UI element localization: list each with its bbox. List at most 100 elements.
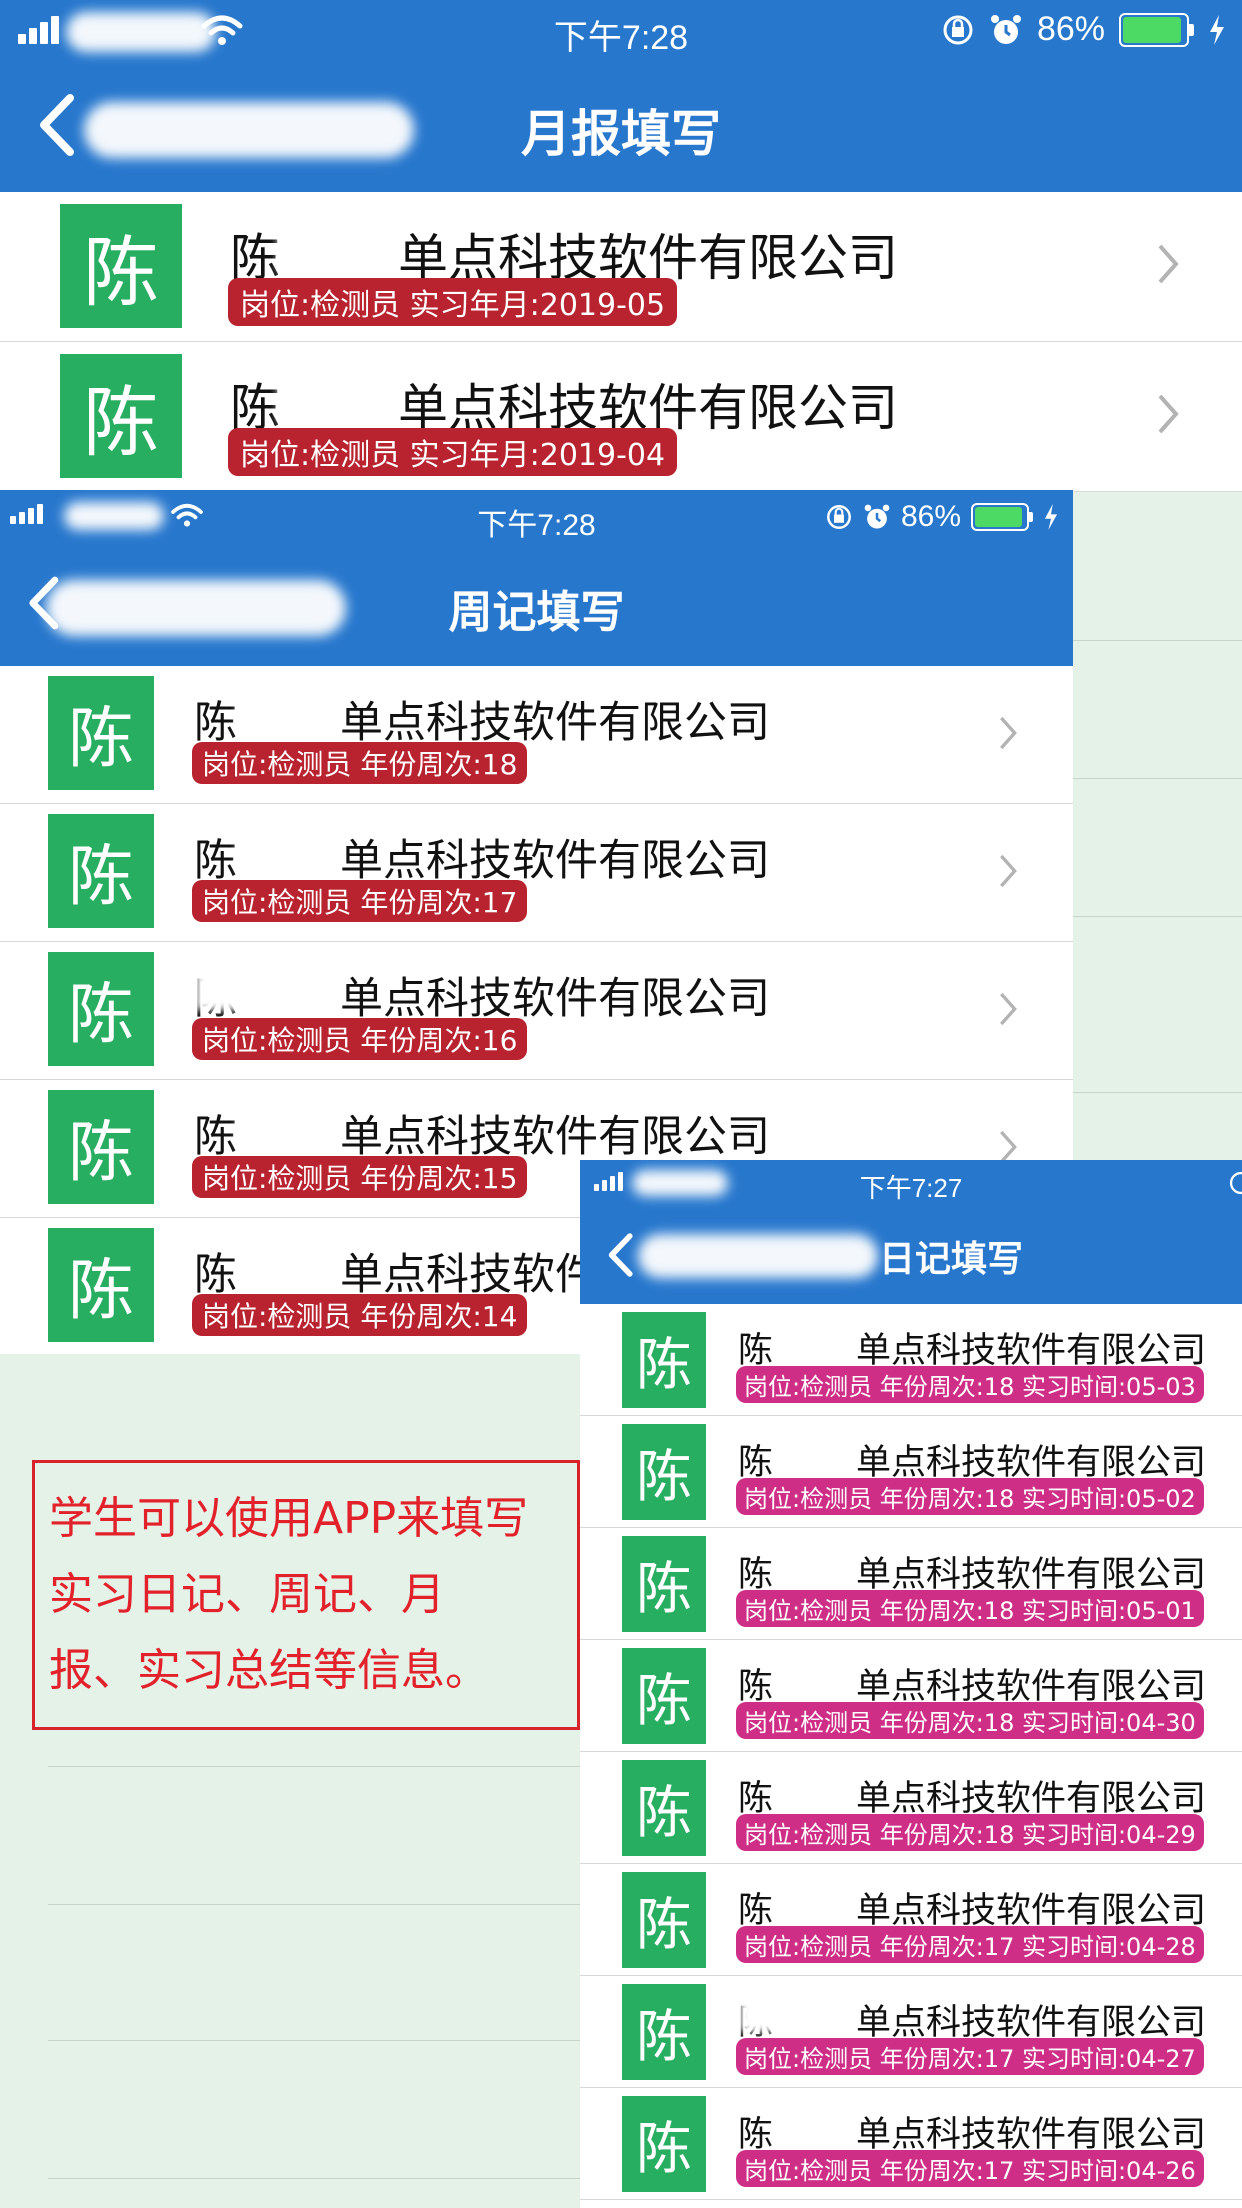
record-badge: 岗位:检测员 年份周次:14 (192, 1294, 528, 1336)
list-item[interactable]: 陈 陈 单点科技软件有限公司 岗位:检测员 年份周次:18 实习时间:05-02 (580, 1416, 1242, 1528)
redacted-name (776, 1544, 856, 1584)
avatar: 陈 (622, 1872, 706, 1968)
charging-icon (1044, 504, 1058, 530)
status-right: 86% (825, 500, 1059, 534)
redacted-name (278, 216, 388, 272)
rotation-lock-icon (827, 505, 851, 529)
avatar: 陈 (60, 354, 182, 478)
record-badge: 岗位:检测员 实习年月:2019-05 (228, 278, 678, 326)
redacted-name (776, 1656, 856, 1696)
list-item[interactable]: 陈 陈 单点科技软件有限公司 岗位:检测员 年份周次:18 实习时间:05-03 (580, 1304, 1242, 1416)
rotation-lock-icon (1229, 1171, 1242, 1195)
chevron-right-icon (1000, 854, 1017, 888)
weekly-header: 下午7:28 86% 周记填写 (0, 490, 1073, 666)
chevron-right-icon (1000, 716, 1017, 750)
redacted-name (776, 1432, 856, 1472)
daily-navbar: 日记填写 (580, 1204, 1242, 1304)
company-name: 单点科技软件有限公司 (340, 698, 770, 748)
record-badge: 岗位:检测员 年份周次:17 实习时间:04-28 (736, 1926, 1204, 1963)
divider (1073, 1092, 1242, 1093)
redacted-name (776, 1768, 856, 1808)
status-bar: 下午7:27 (580, 1160, 1242, 1204)
list-item[interactable]: 陈 陈 单点科技软件有限公司 岗位:检测员 年份周次:16 (0, 942, 1073, 1080)
record-badge: 岗位:检测员 年份周次:18 实习时间:04-29 (736, 1814, 1204, 1851)
monthly-header: 下午7:28 86% 月报填写 (0, 0, 1242, 192)
monthly-report-screen: 下午7:28 86% 月报填写 陈 陈 单点科技软件有限公司 岗位:检测员 实习… (0, 0, 1242, 492)
avatar: 陈 (60, 204, 182, 328)
list-item[interactable]: 陈 陈 单点科技软件有限公司 岗位:检测员 年份周次:17 实习时间:04-27 (580, 1976, 1242, 2088)
company-name: 单点科技软件 (340, 1250, 598, 1300)
redacted-name (240, 1238, 310, 1286)
company-name: 单点科技软件有限公司 (340, 836, 770, 886)
redacted-name (776, 1880, 856, 1920)
divider (1073, 778, 1242, 779)
status-bar: 下午7:28 86% (0, 0, 1242, 60)
avatar: 陈 (48, 676, 154, 790)
avatar: 陈 (48, 814, 154, 928)
redacted-name (238, 686, 328, 734)
record-badge: 岗位:检测员 年份周次:18 实习时间:05-01 (736, 1590, 1204, 1627)
divider (48, 2040, 580, 2041)
avatar: 陈 (48, 1090, 154, 1204)
battery-icon (971, 503, 1033, 531)
rotation-lock-icon (943, 15, 973, 44)
divider (1073, 916, 1242, 917)
company-name: 单点科技软件有限公司 (340, 974, 770, 1024)
list-item[interactable]: 陈 陈 单点科技软件有限公司 岗位:检测员 实习年月:2019-04 (0, 342, 1242, 492)
avatar: 陈 (622, 1984, 706, 2080)
student-name: 陈 (194, 1112, 237, 1162)
list-item[interactable]: 陈 陈 单点科技软件有限公司 岗位:检测员 实习年月:2019-05 (0, 192, 1242, 342)
battery-percent: 86% (900, 500, 961, 533)
alarm-icon (990, 14, 1021, 44)
list-item[interactable]: 陈 陈 单点科技软件有限公司 岗位:检测员 年份周次:18 (0, 666, 1073, 804)
avatar: 陈 (622, 1760, 706, 1856)
status-bar: 下午7:28 86% (0, 490, 1073, 542)
daily-list: 陈 陈 单点科技软件有限公司 岗位:检测员 年份周次:18 实习时间:05-03… (580, 1304, 1242, 2200)
battery-percent: 86% (1036, 10, 1105, 48)
monthly-navbar: 月报填写 (0, 60, 1242, 192)
status-right: 86% (941, 10, 1226, 49)
record-badge: 岗位:检测员 年份周次:17 实习时间:04-26 (736, 2150, 1204, 2187)
record-badge: 岗位:检测员 年份周次:15 (192, 1156, 528, 1198)
list-item[interactable]: 陈 陈 单点科技软件有限公司 岗位:检测员 年份周次:17 实习时间:04-26 (580, 2088, 1242, 2200)
redacted-name (776, 2104, 856, 2144)
divider (48, 2178, 580, 2179)
avatar: 陈 (622, 1312, 706, 1408)
list-item[interactable]: 陈 陈 单点科技软件有限公司 岗位:检测员 年份周次:17 (0, 804, 1073, 942)
monthly-list: 陈 陈 单点科技软件有限公司 岗位:检测员 实习年月:2019-05 陈 陈 单… (0, 192, 1242, 492)
list-item[interactable]: 陈 陈 单点科技软件有限公司 岗位:检测员 年份周次:18 实习时间:04-29 (580, 1752, 1242, 1864)
status-time: 下午7:27 (859, 1173, 963, 1203)
list-item[interactable]: 陈 陈 单点科技软件有限公司 岗位:检测员 年份周次:18 实习时间:04-30 (580, 1640, 1242, 1752)
record-badge: 岗位:检测员 年份周次:18 实习时间:05-03 (736, 1366, 1204, 1403)
list-item[interactable]: 陈 陈 单点科技软件有限公司 岗位:检测员 年份周次:17 实习时间:04-28 (580, 1864, 1242, 1976)
redacted-name (238, 824, 328, 872)
daily-header: 下午7:27 日记填写 (580, 1160, 1242, 1304)
back-chevron-icon[interactable] (606, 1232, 634, 1278)
avatar: 陈 (622, 1536, 706, 1632)
page-title: 月报填写 (521, 105, 721, 163)
chevron-right-icon (1158, 394, 1179, 434)
student-name: 陈 (194, 836, 237, 886)
annotation-box: 学生可以使用APP来填写 实习日记、周记、月 报、实习总结等信息。 (32, 1460, 580, 1730)
record-badge: 岗位:检测员 年份周次:18 实习时间:04-30 (736, 1702, 1204, 1739)
redacted-name (196, 962, 326, 1010)
battery-icon (1119, 12, 1194, 47)
daily-journal-screen: 下午7:27 日记填写 陈 陈 单点科技软件有限公司 岗位:检测员 年份周次:1… (580, 1160, 1242, 2208)
avatar: 陈 (622, 1424, 706, 1520)
record-badge: 岗位:检测员 年份周次:16 (192, 1018, 528, 1060)
record-badge: 岗位:检测员 实习年月:2019-04 (228, 428, 678, 476)
charging-icon (1210, 14, 1224, 45)
redacted-name (238, 1100, 328, 1148)
redacted-name (740, 1992, 856, 2032)
avatar: 陈 (622, 2096, 706, 2192)
weekly-navbar: 周记填写 (0, 540, 1073, 666)
redacted-name (776, 1320, 856, 1360)
divider (1073, 640, 1242, 641)
student-name: 陈 (194, 1250, 237, 1300)
company-name: 单点科技软件有限公司 (340, 1112, 770, 1162)
list-item[interactable]: 陈 陈 单点科技软件有限公司 岗位:检测员 年份周次:18 实习时间:05-01 (580, 1528, 1242, 1640)
avatar: 陈 (622, 1648, 706, 1744)
record-badge: 岗位:检测员 年份周次:18 (192, 742, 528, 784)
annotation-line: 实习日记、周记、月 (49, 1569, 445, 1620)
record-badge: 岗位:检测员 年份周次:18 实习时间:05-02 (736, 1478, 1204, 1515)
